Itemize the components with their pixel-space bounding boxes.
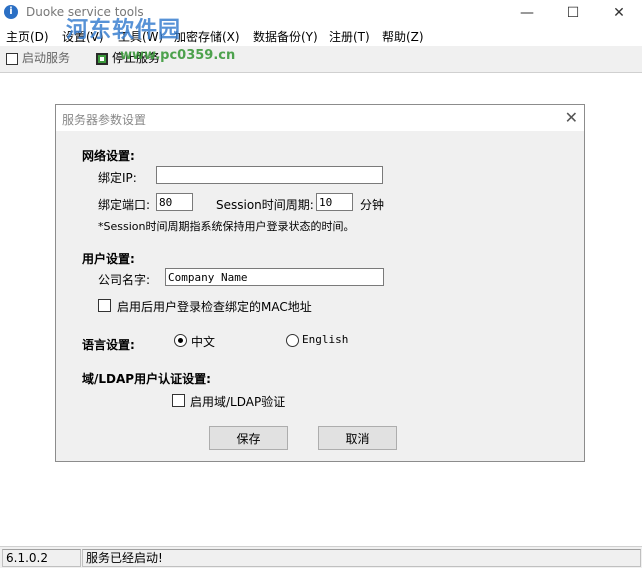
- minimize-button[interactable]: —: [504, 0, 550, 26]
- language-en-label: English: [302, 333, 349, 346]
- ldap-enable-label: 启用域/LDAP验证: [190, 395, 286, 409]
- ldap-section-heading: 域/LDAP用户认证设置:: [82, 372, 211, 386]
- user-section-heading: 用户设置:: [82, 252, 135, 266]
- session-unit-label: 分钟: [360, 198, 385, 212]
- bind-port-input[interactable]: 80: [156, 193, 193, 211]
- start-service-button[interactable]: 启动服务: [6, 50, 70, 67]
- server-settings-dialog: 服务器参数设置 ✕ 网络设置: 绑定IP: 绑定端口: 80 Session时间…: [55, 104, 585, 462]
- watermark-url: www.pc0359.cn: [120, 48, 236, 63]
- cancel-button[interactable]: 取消: [318, 426, 397, 450]
- toolbar: 启动服务 停止服务: [0, 46, 642, 73]
- session-note: *Session时间周期指系统保持用户登录状态的时间。: [98, 220, 355, 233]
- company-name-label: 公司名字:: [98, 273, 151, 287]
- save-button[interactable]: 保存: [209, 426, 288, 450]
- mac-check-label: 启用后用户登录检查绑定的MAC地址: [117, 300, 312, 314]
- stop-icon: [96, 52, 108, 65]
- bind-port-label: 绑定端口:: [98, 198, 151, 212]
- mac-check-checkbox[interactable]: [98, 299, 111, 312]
- status-message: 服务已经启动!: [82, 549, 641, 567]
- dialog-close-icon[interactable]: ✕: [565, 108, 578, 127]
- menu-item-register[interactable]: 注册(T): [329, 28, 370, 45]
- menu-item-encrypted-storage[interactable]: 加密存储(X): [174, 28, 240, 45]
- menu-item-home[interactable]: 主页(D): [6, 28, 49, 45]
- network-section-heading: 网络设置:: [82, 149, 135, 163]
- language-section-heading: 语言设置:: [82, 338, 135, 352]
- maximize-button[interactable]: ☐: [550, 0, 596, 26]
- start-service-label: 启动服务: [22, 51, 71, 65]
- ldap-enable-checkbox[interactable]: [172, 394, 185, 407]
- language-zh-label: 中文: [191, 335, 216, 349]
- status-version: 6.1.0.2: [2, 549, 81, 567]
- menu-item-data-backup[interactable]: 数据备份(Y): [253, 28, 318, 45]
- language-zh-radio[interactable]: [174, 334, 187, 347]
- start-icon: [6, 52, 18, 65]
- watermark-logo: 河东软件园: [66, 18, 182, 43]
- close-button[interactable]: ✕: [596, 0, 642, 26]
- dialog-titlebar: 服务器参数设置 ✕: [56, 105, 584, 131]
- app-icon: i: [4, 5, 18, 19]
- company-name-input[interactable]: Company Name: [165, 268, 384, 286]
- status-bar: 6.1.0.2 服务已经启动!: [0, 546, 642, 568]
- session-period-label: Session时间周期:: [216, 198, 314, 212]
- bind-ip-input[interactable]: [156, 166, 383, 184]
- menu-item-help[interactable]: 帮助(Z): [382, 28, 424, 45]
- dialog-title: 服务器参数设置: [62, 113, 147, 127]
- bind-ip-label: 绑定IP:: [98, 171, 137, 185]
- language-en-radio[interactable]: [286, 334, 299, 347]
- session-period-input[interactable]: 10: [316, 193, 353, 211]
